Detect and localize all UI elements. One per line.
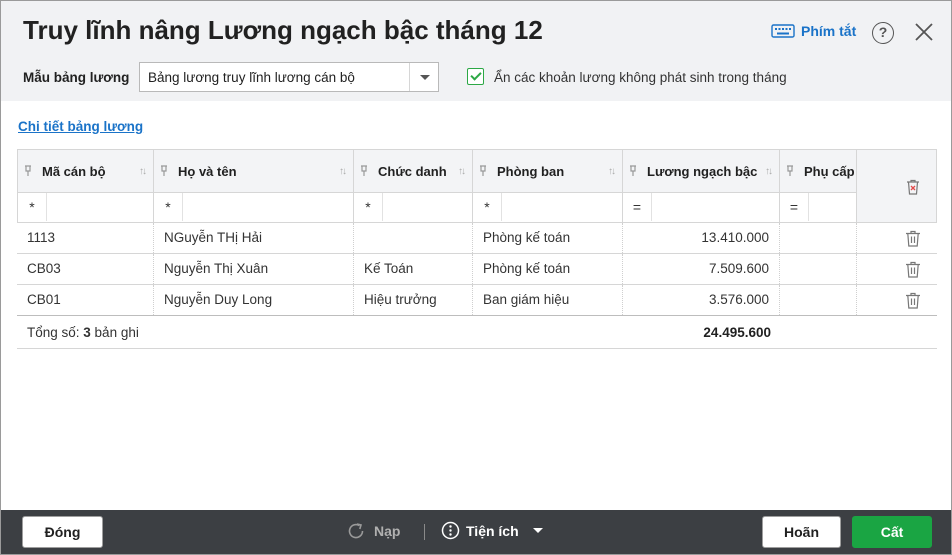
template-select[interactable]: Bảng lương truy lĩnh lương cán bộ [139, 62, 439, 92]
utilities-label: Tiện ích [466, 522, 519, 539]
cell-salary: 13.410.000 [623, 223, 780, 253]
close-icon[interactable] [913, 21, 935, 43]
cell-dept: Ban giám hiệu [473, 285, 623, 315]
cell-name: Nguyễn Duy Long [154, 285, 354, 315]
bottom-toolbar: Đóng Nạp Tiện ích Hoãn Cất [1, 510, 951, 554]
total-suffix: bản ghi [90, 325, 139, 340]
template-label: Mẫu bảng lương [23, 70, 130, 85]
filter-code[interactable]: * [17, 192, 154, 222]
cell-title: Hiệu trưởng [354, 285, 473, 315]
table-row[interactable]: CB03 Nguyễn Thị Xuân Kế Toán Phòng kế to… [17, 253, 937, 284]
pin-icon[interactable] [360, 165, 368, 177]
template-select-value: Bảng lương truy lĩnh lương cán bộ [148, 70, 355, 85]
cell-name: NGuyễn THị Hải [154, 223, 354, 253]
column-header-label: Mã cán bộ [42, 164, 106, 179]
chevron-down-icon [532, 528, 543, 533]
sort-icon[interactable]: ↑↓ [139, 166, 147, 177]
close-button[interactable]: Đóng [22, 516, 103, 548]
cell-code: CB03 [17, 254, 154, 284]
cell-code: CB01 [17, 285, 154, 315]
pin-icon[interactable] [160, 165, 168, 177]
sort-icon[interactable]: ↑↓ [339, 166, 347, 177]
trash-icon[interactable] [905, 230, 921, 247]
utilities-menu[interactable]: Tiện ích [441, 521, 543, 540]
filter-name[interactable]: * [154, 192, 354, 222]
table-footer: Tổng số: 3 bản ghi 24.495.600 [17, 315, 937, 349]
filter-operator[interactable]: * [473, 193, 502, 221]
total-count: 3 [83, 325, 91, 340]
hide-unused-label[interactable]: Ẩn các khoản lương không phát sinh trong… [494, 70, 787, 85]
cancel-button[interactable]: Hoãn [762, 516, 841, 548]
cell-code: 1113 [17, 223, 154, 253]
pin-icon[interactable] [24, 165, 32, 177]
cell-salary: 7.509.600 [623, 254, 780, 284]
column-header-allowance[interactable]: Phụ cấp [780, 149, 857, 192]
cell-allowance [780, 254, 857, 284]
filter-dept[interactable]: * [473, 192, 623, 222]
delete-all-icon[interactable] [906, 179, 920, 195]
filter-salary[interactable]: = [623, 192, 780, 222]
cell-salary: 3.576.000 [623, 285, 780, 315]
save-button[interactable]: Cất [852, 516, 932, 548]
keyboard-icon [771, 24, 795, 38]
column-header-name[interactable]: Họ và tên ↑↓ [154, 149, 354, 192]
column-header-label: Chức danh [378, 164, 447, 179]
cell-dept: Phòng kế toán [473, 254, 623, 284]
cell-allowance [780, 285, 857, 315]
sort-icon[interactable]: ↑↓ [458, 166, 466, 177]
total-records: Tổng số: 3 bản ghi [27, 325, 139, 340]
total-prefix: Tổng số: [27, 325, 84, 340]
filter-operator[interactable]: * [354, 193, 383, 221]
column-header-dept[interactable]: Phòng ban ↑↓ [473, 149, 623, 192]
delete-all-column [857, 149, 937, 222]
cell-name: Nguyễn Thị Xuân [154, 254, 354, 284]
cell-title: Kế Toán [354, 254, 473, 284]
pin-icon[interactable] [629, 165, 637, 177]
filter-allowance[interactable]: = [780, 192, 857, 222]
chevron-down-icon[interactable] [409, 63, 438, 91]
filter-operator[interactable]: * [154, 193, 183, 221]
reload-label: Nạp [374, 523, 401, 539]
shortcut-label: Phím tắt [801, 23, 857, 39]
trash-icon[interactable] [905, 261, 921, 278]
pin-icon[interactable] [479, 165, 487, 177]
payroll-dialog: Truy lĩnh nâng Lương ngạch bậc tháng 12 … [0, 0, 952, 555]
sort-icon[interactable]: ↑↓ [608, 166, 616, 177]
filter-operator[interactable]: = [780, 193, 809, 221]
column-header-title[interactable]: Chức danh ↑↓ [354, 149, 473, 192]
filter-operator[interactable]: = [623, 193, 652, 221]
column-header-salary[interactable]: Lương ngạch bậc ↑↓ [623, 149, 780, 192]
dialog-title: Truy lĩnh nâng Lương ngạch bậc tháng 12 [23, 15, 543, 45]
shortcut-button[interactable]: Phím tắt [771, 23, 856, 39]
filter-operator[interactable]: * [18, 193, 47, 221]
trash-icon[interactable] [905, 292, 921, 309]
column-header-label: Lương ngạch bậc [647, 164, 758, 179]
table-row[interactable]: 1113 NGuyễn THị Hải Phòng kế toán 13.410… [17, 222, 937, 253]
pin-icon[interactable] [786, 165, 794, 177]
cell-dept: Phòng kế toán [473, 223, 623, 253]
column-header-label: Phòng ban [497, 164, 565, 179]
cell-title [354, 223, 473, 253]
sort-icon[interactable]: ↑↓ [765, 166, 773, 177]
column-header-label: Họ và tên [178, 164, 237, 179]
column-header-code[interactable]: Mã cán bộ ↑↓ [17, 149, 154, 192]
reload-button[interactable]: Nạp [346, 521, 400, 541]
detail-link[interactable]: Chi tiết bảng lương [18, 119, 143, 134]
salary-sum: 24.495.600 [703, 325, 771, 340]
help-icon[interactable]: ? [872, 22, 894, 44]
hide-unused-checkbox[interactable] [467, 68, 484, 85]
table-row[interactable]: CB01 Nguyễn Duy Long Hiệu trưởng Ban giá… [17, 284, 937, 315]
column-header-label: Phụ cấp [804, 164, 855, 179]
cell-allowance [780, 223, 857, 253]
more-options-icon [441, 521, 460, 540]
toolbar-divider [424, 524, 425, 540]
filter-title[interactable]: * [354, 192, 473, 222]
refresh-icon [348, 523, 364, 539]
